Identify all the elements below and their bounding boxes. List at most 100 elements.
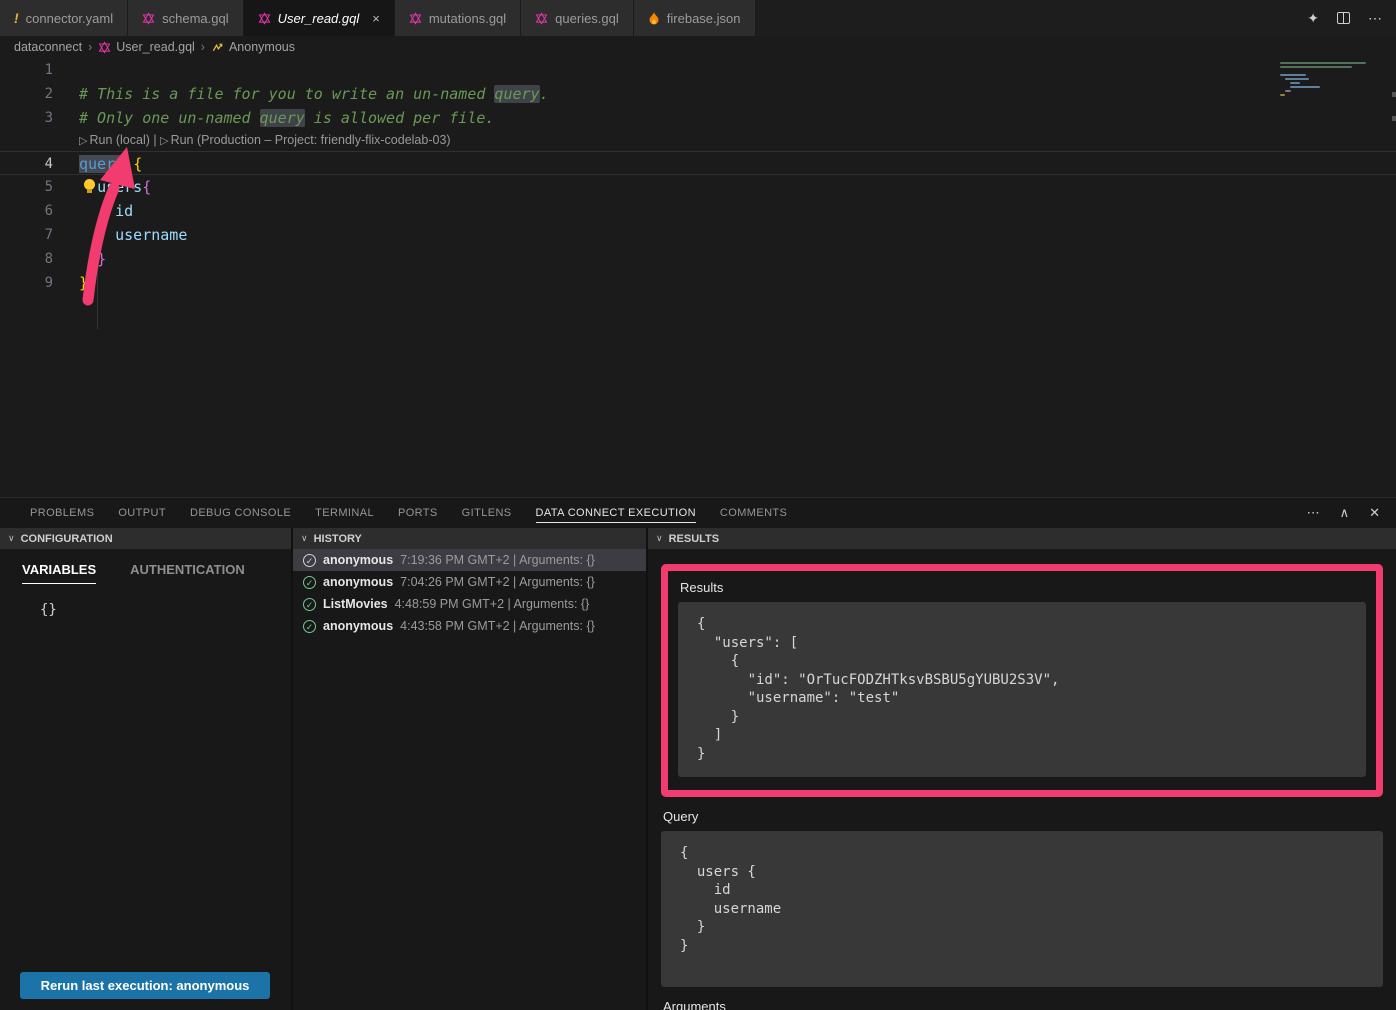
check-circle-icon: ✓: [303, 620, 316, 633]
run-label: Run (Production – Project: friendly-flix…: [171, 133, 451, 147]
code-token: users: [97, 178, 142, 196]
line-number: 2: [0, 82, 53, 106]
panel-tab-terminal[interactable]: TERMINAL: [315, 503, 374, 523]
code-token: # This is a file for you to write an un-…: [79, 85, 494, 103]
flame-icon: [648, 11, 660, 25]
minimap-line: [1280, 74, 1306, 76]
minimap-line: [1285, 90, 1291, 92]
history-list: ✓ anonymous 7:19:36 PM GMT+2 | Arguments: …: [293, 549, 646, 637]
line-number: 5: [0, 175, 53, 199]
code-token: is allowed per file.: [305, 109, 495, 127]
code-editor[interactable]: 12 # This is a file for you to write an u…: [0, 58, 1396, 497]
code-text: query {: [53, 152, 142, 174]
tab-label: firebase.json: [667, 11, 741, 26]
panel-tab-comments[interactable]: COMMENTS: [720, 503, 787, 523]
codelens-run-local[interactable]: ▷Run (local): [79, 133, 150, 147]
tab-firebase-json[interactable]: firebase.json: [634, 0, 756, 36]
graphql-icon: [258, 12, 271, 25]
code-token: query: [494, 85, 539, 103]
code-token: username: [115, 226, 187, 244]
copilot-sparkle-icon[interactable]: ✦: [1307, 10, 1319, 27]
tab-connector-yaml[interactable]: ! connector.yaml: [0, 0, 128, 36]
code-token: }: [79, 274, 88, 292]
panel-body: ∨ CONFIGURATION VARIABLES AUTHENTICATION…: [0, 528, 1396, 1010]
warning-icon: !: [14, 10, 19, 26]
tab-label: queries.gql: [555, 11, 619, 26]
history-item-meta: 7:19:36 PM GMT+2 | Arguments: {}: [400, 553, 595, 567]
close-icon[interactable]: ×: [372, 11, 380, 26]
breadcrumb-item-dataconnect[interactable]: dataconnect: [14, 40, 82, 54]
history-item[interactable]: ✓ anonymous 7:19:36 PM GMT+2 | Arguments: …: [293, 549, 646, 571]
code-token: {: [142, 178, 151, 196]
bottom-panel: PROBLEMS OUTPUT DEBUG CONSOLE TERMINAL PORTS…: [0, 497, 1396, 1010]
results-content[interactable]: Results { "users": [ { "id": "OrTucFODZH…: [648, 549, 1396, 1010]
annotation-highlight-box: Results { "users": [ { "id": "OrTucFODZH…: [661, 564, 1383, 797]
history-item[interactable]: ✓anonymous4:43:58 PM GMT+2 | Arguments: …: [293, 615, 646, 637]
code-line: 6 id: [0, 199, 1396, 223]
panel-tab-ports[interactable]: PORTS: [398, 503, 438, 523]
breadcrumb-item-user_read.gql[interactable]: User_read.gql: [98, 40, 195, 54]
minimap[interactable]: [1280, 62, 1388, 98]
history-item[interactable]: ✓ListMovies4:48:59 PM GMT+2 | Arguments:…: [293, 593, 646, 615]
codelens-run-production[interactable]: ▷Run (Production – Project: friendly-fli…: [160, 133, 450, 147]
tab-label: connector.yaml: [26, 11, 113, 26]
history-item-meta: 7:04:26 PM GMT+2 | Arguments: {}: [400, 575, 595, 589]
split-editor-icon[interactable]: [1337, 12, 1350, 24]
configuration-header[interactable]: ∨ CONFIGURATION: [0, 528, 291, 549]
minimap-line: [1290, 86, 1320, 88]
panel-tab-output[interactable]: OUTPUT: [118, 503, 166, 523]
check-circle-icon: ✓: [303, 554, 316, 567]
graphql-icon: [409, 12, 422, 25]
code-line: 5 users{: [0, 175, 1396, 199]
code-token: # Only one un-named: [79, 109, 260, 127]
vscode-window: !connector.yamlschema.gqlUser_read.gql×m…: [0, 0, 1396, 1010]
code-line: 1: [0, 58, 1396, 82]
line-number: [0, 130, 53, 151]
code-text: users{: [53, 175, 151, 199]
code-text: id: [53, 199, 133, 223]
tab-schema-gql[interactable]: schema.gql: [128, 0, 243, 36]
query-label: Query: [663, 809, 1383, 824]
history-item-name: anonymous: [323, 553, 393, 567]
history-item-name: anonymous: [323, 575, 393, 589]
results-title: RESULTS: [669, 533, 720, 545]
lightbulb-icon[interactable]: [84, 179, 95, 190]
breadcrumb-item-anonymous[interactable]: Anonymous: [211, 40, 295, 54]
code-lines: 12 # This is a file for you to write an u…: [0, 58, 1396, 295]
tab-queries-gql[interactable]: queries.gql: [521, 0, 634, 36]
code-line: 9}: [0, 271, 1396, 295]
panel-more-icon[interactable]: ⋯: [1307, 505, 1320, 521]
tab-authentication[interactable]: AUTHENTICATION: [130, 562, 245, 584]
results-json: { "users": [ { "id": "OrTucFODZHTksvBSBU…: [678, 602, 1366, 777]
results-label: Results: [680, 580, 1366, 595]
history-header[interactable]: ∨ HISTORY: [293, 528, 646, 549]
more-actions-icon[interactable]: ⋯: [1368, 10, 1382, 27]
chevron-down-icon: ∨: [301, 533, 308, 544]
configuration-tabs: VARIABLES AUTHENTICATION: [0, 549, 291, 584]
configuration-title: CONFIGURATION: [21, 533, 113, 545]
results-header[interactable]: ∨ RESULTS: [648, 528, 1396, 549]
code-token: id: [115, 202, 133, 220]
query-text: { users { id username } }: [661, 831, 1383, 987]
panel-tab-data-connect-execution[interactable]: DATA CONNECT EXECUTION: [536, 503, 696, 523]
panel-close-icon[interactable]: ✕: [1369, 505, 1380, 521]
tab-label: mutations.gql: [429, 11, 506, 26]
tab-variables[interactable]: VARIABLES: [22, 562, 96, 584]
panel-maximize-icon[interactable]: ∧: [1340, 505, 1350, 521]
breadcrumb-label: User_read.gql: [116, 40, 195, 54]
code-token: {: [133, 155, 142, 173]
panel-tab-problems[interactable]: PROBLEMS: [30, 503, 94, 523]
line-number: 8: [0, 247, 53, 271]
minimap-line: [1285, 78, 1309, 80]
tab-user_read-gql[interactable]: User_read.gql×: [244, 0, 395, 36]
code-token: [124, 155, 133, 173]
panel-tab-gitlens[interactable]: GITLENS: [462, 503, 512, 523]
variables-value[interactable]: {}: [0, 584, 291, 618]
history-item-meta: 4:43:58 PM GMT+2 | Arguments: {}: [400, 619, 595, 633]
panel-tab-debug-console[interactable]: DEBUG CONSOLE: [190, 503, 291, 523]
code-line: 3# Only one un-named query is allowed pe…: [0, 106, 1396, 130]
rerun-last-execution-button[interactable]: Rerun last execution: anonymous: [20, 972, 270, 999]
arguments-label: Arguments: [663, 999, 1383, 1010]
tab-mutations-gql[interactable]: mutations.gql: [395, 0, 521, 36]
history-item[interactable]: ✓anonymous7:04:26 PM GMT+2 | Arguments: …: [293, 571, 646, 593]
